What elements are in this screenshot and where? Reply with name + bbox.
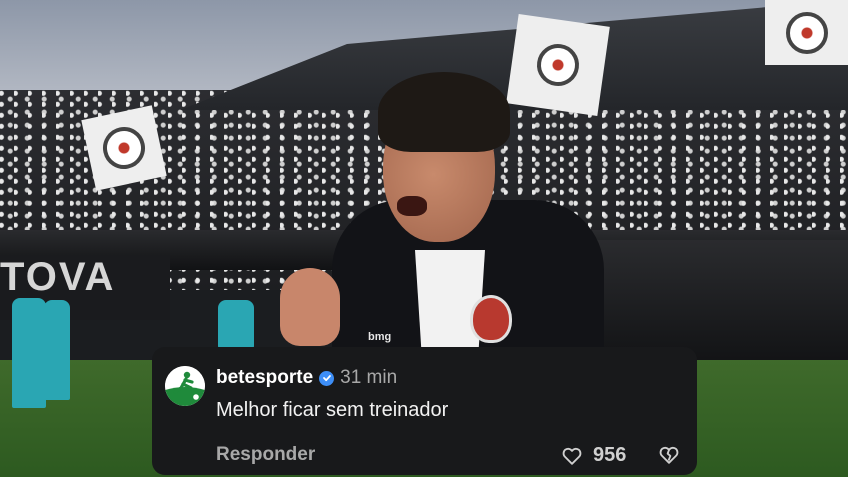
comment-timestamp: 31 min: [340, 367, 398, 388]
club-flag: [506, 14, 610, 116]
like-count: 956: [593, 444, 627, 466]
club-flag: [81, 105, 167, 191]
reply-button[interactable]: Responder: [216, 444, 315, 466]
like-group: 956: [561, 444, 626, 467]
comment-header: betesporte 31 min: [216, 367, 397, 389]
avatar[interactable]: [165, 366, 205, 406]
comment-card: betesporte 31 min Melhor ficar sem trein…: [152, 347, 697, 475]
staff-member: [218, 300, 254, 348]
dislike-icon[interactable]: [658, 444, 680, 466]
comment-text: Melhor ficar sem treinador: [216, 399, 449, 421]
coach-mouth: [397, 196, 427, 216]
coach-hair: [378, 72, 510, 152]
club-crest-badge: [470, 295, 512, 343]
coach-hand: [280, 268, 340, 346]
heart-icon[interactable]: [561, 445, 583, 467]
username[interactable]: betesporte: [216, 367, 313, 389]
sponsor-logo: bmg: [368, 331, 392, 343]
club-flag: [765, 0, 848, 65]
staff-member: [44, 300, 70, 400]
soccer-player-logo-icon: [165, 366, 205, 406]
crowd-banner-text: TOVA: [0, 255, 116, 299]
staff-member: [12, 298, 46, 408]
verified-badge-icon: [319, 370, 335, 386]
